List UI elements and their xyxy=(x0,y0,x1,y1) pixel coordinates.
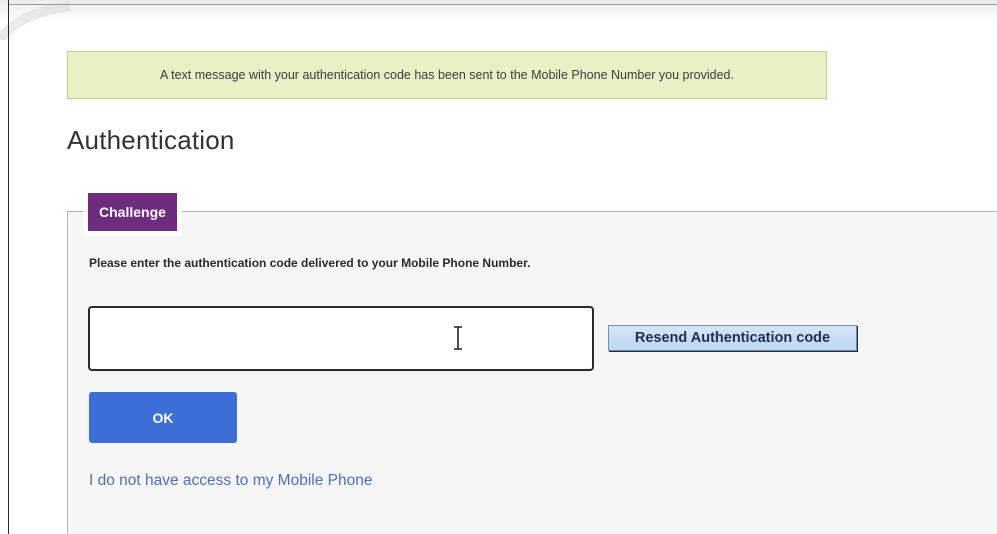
page: A text message with your authentication … xyxy=(0,0,997,534)
challenge-legend-label: Challenge xyxy=(99,204,166,220)
resend-code-button[interactable]: Resend Authentication code xyxy=(608,325,857,351)
ok-button[interactable]: OK xyxy=(89,392,237,443)
sms-sent-notice: A text message with your authentication … xyxy=(67,51,827,99)
resend-code-label: Resend Authentication code xyxy=(634,330,831,346)
page-title: Authentication xyxy=(67,125,235,155)
challenge-legend: Challenge xyxy=(88,193,177,231)
browser-edge-decoration xyxy=(0,1,71,40)
challenge-instruction: Please enter the authentication code del… xyxy=(89,256,531,270)
notice-message: A text message with your authentication … xyxy=(160,68,734,82)
no-phone-access-link[interactable]: I do not have access to my Mobile Phone xyxy=(89,472,372,490)
ok-button-label: OK xyxy=(152,409,174,426)
window-top-edge xyxy=(8,4,997,5)
window-left-border xyxy=(8,0,9,534)
authentication-code-input[interactable] xyxy=(88,306,594,371)
